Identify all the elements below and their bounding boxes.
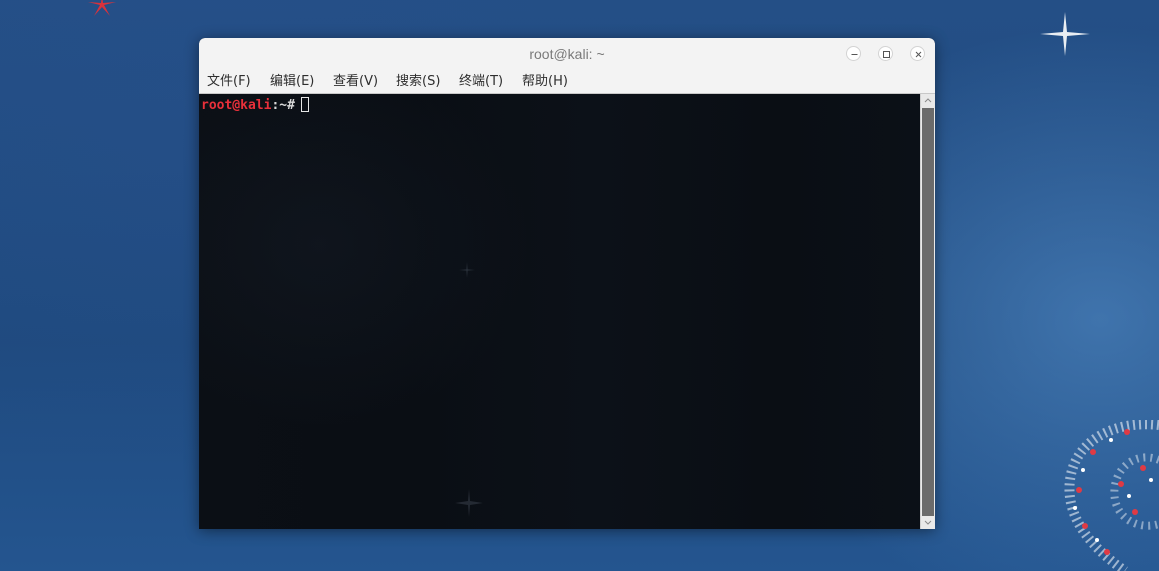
desktop-red-star-decoration [88,0,116,16]
close-icon [915,51,922,58]
menu-search[interactable]: 搜索(S) [396,73,440,91]
maximize-button[interactable] [878,46,893,61]
arrow-up-icon[interactable] [921,94,935,107]
menu-terminal[interactable]: 终端(T) [459,73,503,91]
minimize-icon [851,54,858,55]
close-button[interactable] [910,46,925,61]
maximize-icon [883,51,890,58]
background-sparkle-decoration [459,262,475,278]
menu-help[interactable]: 帮助(H) [522,73,568,91]
text-cursor [300,97,309,112]
background-sparkle-decoration-2 [455,489,483,517]
menu-file[interactable]: 文件(F) [207,73,251,91]
prompt-path: ~# [279,98,295,113]
desktop-star-decoration [1040,12,1090,56]
terminal-area[interactable]: root@kali:~# [199,94,920,529]
arrow-down-icon[interactable] [921,516,935,529]
menu-view[interactable]: 查看(V) [333,73,378,91]
prompt-user-host: root@kali [201,98,272,113]
window-title: root@kali: ~ [529,46,605,62]
vertical-scrollbar[interactable] [920,94,935,529]
title-bar[interactable]: root@kali: ~ [199,38,935,70]
minimize-button[interactable] [846,46,861,61]
prompt-line: root@kali:~# [201,97,309,113]
menu-bar: 文件(F) 编辑(E) 查看(V) 搜索(S) 终端(T) 帮助(H) [199,70,935,94]
terminal-window[interactable]: root@kali: ~ 文件(F) 编辑(E) 查看(V) 搜索(S) 终端(… [199,38,935,529]
scroll-thumb[interactable] [922,108,934,516]
menu-edit[interactable]: 编辑(E) [270,73,314,91]
desktop-swirl-decoration [1064,420,1159,571]
